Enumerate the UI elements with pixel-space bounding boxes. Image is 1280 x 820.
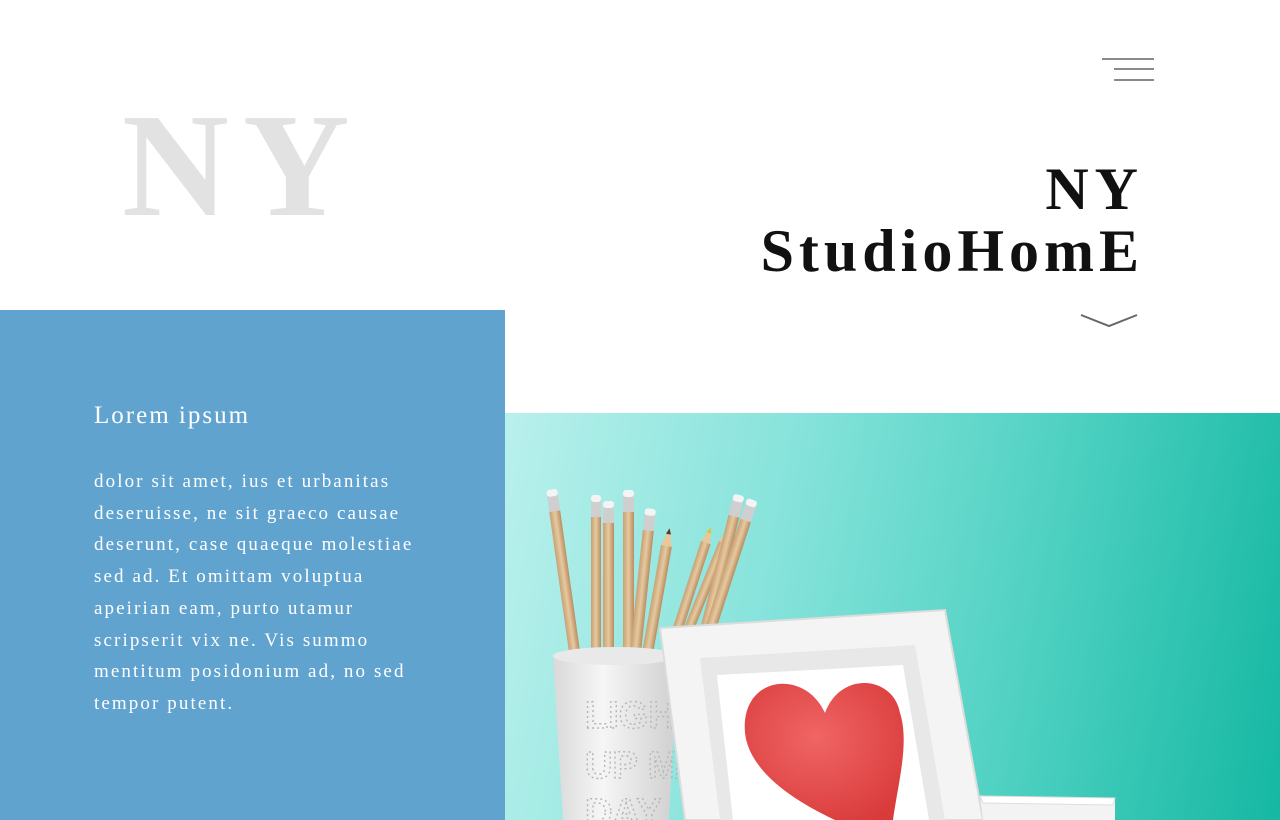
intro-panel: Lorem ipsum dolor sit amet, ius et urban… — [0, 310, 505, 820]
background-monogram: NY — [122, 84, 364, 248]
white-box — [979, 795, 1116, 820]
picture-frame — [658, 608, 985, 820]
site-title-line1: NY — [1045, 156, 1144, 222]
hamburger-menu-icon[interactable] — [1100, 56, 1156, 86]
site-title: NY StudioHomE — [761, 158, 1144, 282]
menu-line — [1114, 79, 1154, 81]
chevron-down-icon[interactable] — [1080, 312, 1138, 330]
menu-line — [1102, 58, 1154, 60]
site-title-line2: StudioHomE — [760, 218, 1144, 284]
cup-text-2: UP M — [585, 745, 679, 787]
intro-heading: Lorem ipsum — [94, 402, 251, 429]
menu-line — [1114, 68, 1154, 70]
hero-photo: LIGHT UP M DAY — [505, 413, 1280, 820]
photo-illustration: LIGHT UP M DAY — [546, 489, 1116, 820]
cup-text-3: DAY — [585, 792, 662, 820]
intro-body-text: dolor sit amet, ius et urbanitas deserui… — [94, 471, 414, 714]
